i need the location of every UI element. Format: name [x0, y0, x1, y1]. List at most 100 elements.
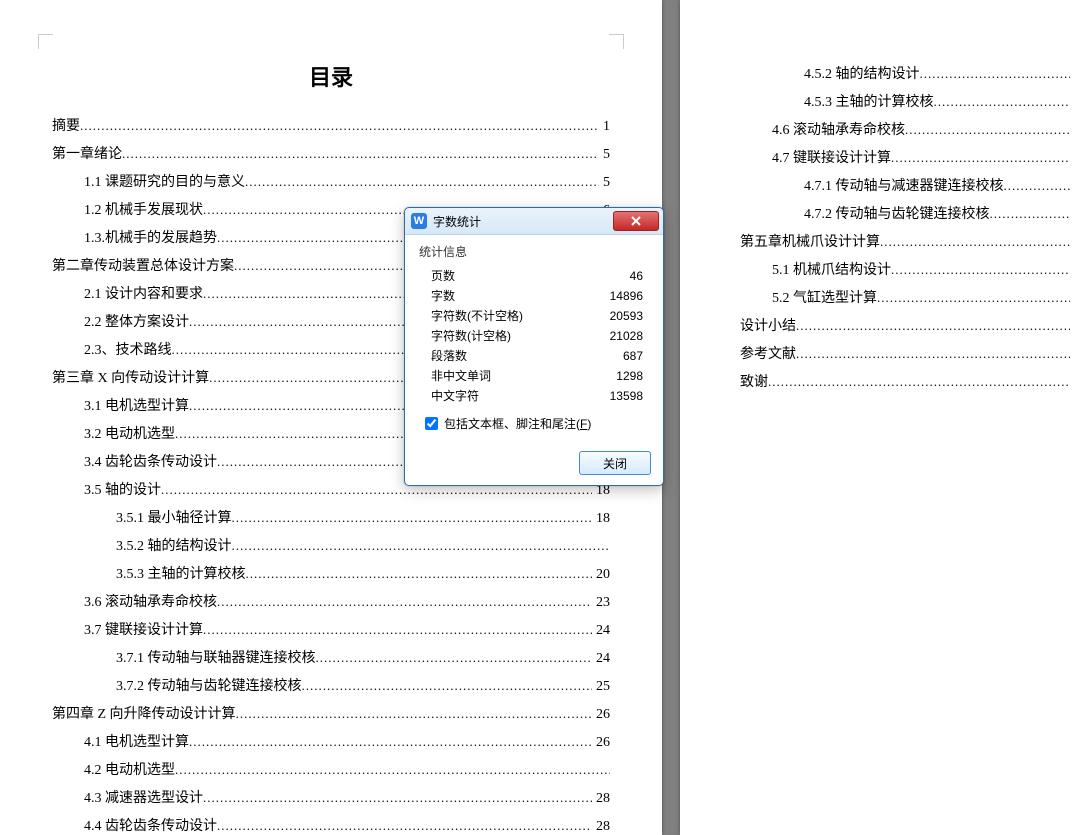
stat-row: 字符数(不计空格)20593: [419, 306, 649, 326]
toc-entry[interactable]: 5.2 气缸选型计算: [740, 284, 1070, 312]
stat-value: 687: [593, 346, 649, 366]
toc-entry[interactable]: 第四章 Z 向升降传动设计计算26: [52, 700, 610, 728]
toc-entry[interactable]: 4.7.1 传动轴与减速器键连接校核: [740, 172, 1070, 200]
toc-entry-label: 3.7.2 传动轴与齿轮键连接校核: [116, 673, 302, 700]
stat-value: 46: [593, 266, 649, 286]
toc-entry[interactable]: 4.2 电动机选型: [52, 756, 610, 784]
app-icon: W: [411, 213, 427, 229]
toc-entry[interactable]: 4.4 齿轮齿条传动设计28: [52, 812, 610, 835]
stat-row: 非中文单词1298: [419, 366, 649, 386]
toc-entry-page: 24: [592, 645, 610, 672]
toc-entry-label: 1.2 机械手发展现状: [84, 197, 203, 224]
toc-leader: [920, 60, 1071, 88]
toc-entry[interactable]: 第一章绪论5: [52, 140, 610, 168]
toc-leader: [236, 700, 592, 728]
toc-leader: [245, 168, 599, 196]
dialog-footer: 关闭: [405, 445, 663, 485]
toc-entry[interactable]: 第五章机械爪设计计算: [740, 228, 1070, 256]
toc-entry-label: 4.5.2 轴的结构设计: [804, 61, 920, 88]
stat-row: 页数46: [419, 266, 649, 286]
toc-entry-label: 第五章机械爪设计计算: [740, 229, 880, 256]
toc-entry-label: 第四章 Z 向升降传动设计计算: [52, 701, 236, 728]
stat-value: 13598: [593, 386, 649, 406]
stat-key: 非中文单词: [431, 366, 593, 386]
toc-entry-label: 2.1 设计内容和要求: [84, 281, 203, 308]
stat-key: 页数: [431, 266, 593, 286]
toc-leader: [796, 312, 1070, 340]
toc-entry-label: 第二章传动装置总体设计方案: [52, 253, 234, 280]
toc-entry-label: 3.7.1 传动轴与联轴器键连接校核: [116, 645, 316, 672]
toc-leader: [891, 144, 1070, 172]
toc-entry-page: 25: [592, 673, 610, 700]
dialog-body: 统计信息 页数46字数14896字符数(不计空格)20593字符数(计空格)21…: [405, 235, 663, 445]
toc-entry-label: 4.1 电机选型计算: [84, 729, 189, 756]
toc-entry[interactable]: 参考文献: [740, 340, 1070, 368]
toc-entry[interactable]: 4.1 电机选型计算26: [52, 728, 610, 756]
toc-entry[interactable]: 3.5.2 轴的结构设计: [52, 532, 610, 560]
toc-entry-label: 3.5.2 轴的结构设计: [116, 533, 232, 560]
toc-entry-label: 5.2 气缸选型计算: [772, 285, 877, 312]
include-footnotes-input[interactable]: [425, 417, 438, 430]
toc-entry-page: 5: [599, 169, 610, 196]
close-icon[interactable]: [613, 211, 659, 231]
toc-entry-label: 第三章 X 向传动设计计算: [52, 365, 209, 392]
toc-entry-label: 5.1 机械爪结构设计: [772, 257, 891, 284]
toc-entry-label: 3.2 电动机选型: [84, 421, 175, 448]
toc-entry-page: 1: [599, 113, 610, 140]
toc-leader: [768, 368, 1070, 396]
toc-entry-label: 2.3、技术路线: [84, 337, 172, 364]
toc-leader: [877, 284, 1070, 312]
toc-leader: [316, 644, 593, 672]
toc-entry-page: 23: [592, 589, 610, 616]
toc-leader: [175, 756, 610, 784]
toc-leader: [246, 560, 593, 588]
toc-entry-label: 4.2 电动机选型: [84, 757, 175, 784]
toc-entry-label: 4.7.2 传动轴与齿轮键连接校核: [804, 201, 990, 228]
include-footnotes-checkbox[interactable]: 包括文本框、脚注和尾注(F): [419, 414, 649, 433]
toc-leader: [203, 784, 592, 812]
toc-entry[interactable]: 3.5.3 主轴的计算校核20: [52, 560, 610, 588]
toc-entry[interactable]: 4.6 滚动轴承寿命校核: [740, 116, 1070, 144]
toc-leader: [934, 88, 1071, 116]
stat-row: 段落数687: [419, 346, 649, 366]
toc-entry[interactable]: 4.7 键联接设计计算: [740, 144, 1070, 172]
toc-entry-page: 18: [592, 505, 610, 532]
toc-entry-label: 致谢: [740, 369, 768, 396]
toc-entry-label: 1.3.机械手的发展趋势: [84, 225, 217, 252]
toc-entry[interactable]: 3.7.1 传动轴与联轴器键连接校核 24: [52, 644, 610, 672]
stat-row: 字符数(计空格)21028: [419, 326, 649, 346]
stat-key: 字符数(计空格): [431, 326, 593, 346]
toc-entry[interactable]: 3.6 滚动轴承寿命校核23: [52, 588, 610, 616]
toc-leader: [203, 616, 592, 644]
toc-entry-label: 设计小结: [740, 313, 796, 340]
toc-entry[interactable]: 3.7.2 传动轴与齿轮键连接校核 25: [52, 672, 610, 700]
toc-leader: [217, 812, 592, 835]
toc-entry[interactable]: 5.1 机械爪结构设计: [740, 256, 1070, 284]
toc-entry[interactable]: 4.3 减速器选型设计28: [52, 784, 610, 812]
toc-entry-page: 28: [592, 813, 610, 835]
close-button[interactable]: 关闭: [579, 451, 651, 475]
toc-entry-label: 摘要: [52, 113, 80, 140]
toc-entry[interactable]: 摘要 1: [52, 112, 610, 140]
toc-entry[interactable]: 3.5.1 最小轴径计算18: [52, 504, 610, 532]
toc-leader: [189, 728, 592, 756]
dialog-titlebar[interactable]: W 字数统计: [405, 208, 663, 235]
toc-entry[interactable]: 1.1 课题研究的目的与意义5: [52, 168, 610, 196]
toc-entry-label: 2.2 整体方案设计: [84, 309, 189, 336]
word-count-dialog[interactable]: W 字数统计 统计信息 页数46字数14896字符数(不计空格)20593字符数…: [404, 207, 664, 486]
toc-leader: [796, 340, 1070, 368]
toc-entry[interactable]: 致谢: [740, 368, 1070, 396]
toc-entry-label: 3.1 电机选型计算: [84, 393, 189, 420]
toc-leader: [217, 588, 592, 616]
toc-leader: [122, 140, 599, 168]
toc-leader: [80, 112, 599, 140]
toc-title: 目录: [52, 60, 610, 92]
stats-section-label: 统计信息: [419, 243, 649, 260]
stat-value: 21028: [593, 326, 649, 346]
toc-entry[interactable]: 设计小结: [740, 312, 1070, 340]
toc-entry[interactable]: 4.5.3 主轴的计算校核: [740, 88, 1070, 116]
toc-entry[interactable]: 4.5.2 轴的结构设计: [740, 60, 1070, 88]
toc-leader: [1004, 172, 1071, 200]
toc-entry[interactable]: 3.7 键联接设计计算24: [52, 616, 610, 644]
toc-entry[interactable]: 4.7.2 传动轴与齿轮键连接校核: [740, 200, 1070, 228]
